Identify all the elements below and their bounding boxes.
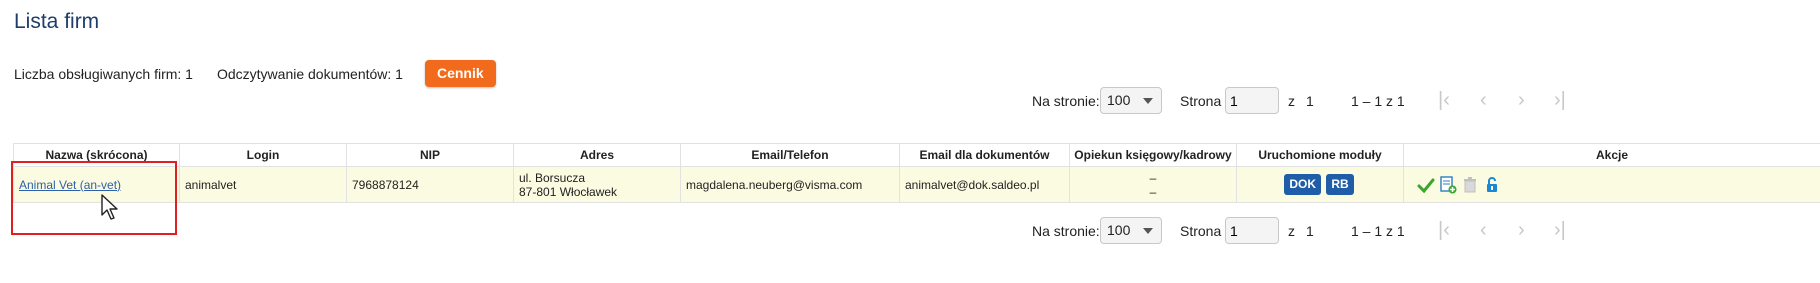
cell-login: animalvet — [179, 166, 347, 203]
first-page-icon[interactable]: |‹ — [1438, 88, 1450, 112]
page-range: 1 – 1 z 1 — [1351, 93, 1405, 109]
first-page-icon[interactable]: |‹ — [1438, 218, 1450, 242]
pager-bottom: Na stronie: 100 Strona z 1 1 – 1 z 1 |‹ … — [920, 216, 1820, 246]
col-header-nip[interactable]: NIP — [346, 143, 514, 167]
add-document-icon[interactable] — [1439, 175, 1457, 194]
module-badge-dok[interactable]: DOK — [1284, 174, 1321, 195]
cell-caretaker: – – — [1069, 166, 1237, 203]
page-input[interactable] — [1225, 217, 1279, 244]
prev-page-icon[interactable]: ‹ — [1480, 88, 1487, 112]
address-street: ul. Borsucza — [519, 170, 586, 185]
docs-reading-count: Odczytywanie dokumentów: 1 — [216, 65, 403, 82]
page-range: 1 – 1 z 1 — [1351, 223, 1405, 239]
next-page-icon[interactable]: › — [1518, 88, 1525, 112]
next-page-icon[interactable]: › — [1518, 218, 1525, 242]
address-city: 87-801 Włocławek — [519, 184, 618, 199]
of-total: 1 — [1306, 93, 1314, 109]
col-header-doc-email[interactable]: Email dla dokumentów — [899, 143, 1070, 167]
mouse-cursor-icon — [101, 194, 118, 220]
cell-modules: DOK RB — [1236, 166, 1404, 203]
col-header-login[interactable]: Login — [179, 143, 347, 167]
of-label: z — [1288, 93, 1295, 109]
col-header-actions: Akcje — [1403, 143, 1820, 167]
firm-name-link[interactable]: Animal Vet (an-vet) — [19, 178, 121, 192]
page-label: Strona — [1180, 223, 1222, 239]
check-icon[interactable] — [1417, 176, 1435, 194]
pager-top: Na stronie: 100 Strona z 1 1 – 1 z 1 |‹ … — [920, 86, 1820, 116]
of-total: 1 — [1306, 223, 1314, 239]
table-row[interactable]: Animal Vet (an-vet) animalvet 7968878124… — [13, 166, 1820, 203]
caretaker-accountant: – — [1149, 170, 1157, 185]
col-header-caretaker[interactable]: Opiekun księgowy/kadrowy — [1069, 143, 1237, 167]
col-header-email-phone[interactable]: Email/Telefon — [680, 143, 900, 167]
firms-count: Liczba obsługiwanych firm: 1 — [14, 65, 193, 82]
chevron-down-icon — [1143, 228, 1153, 234]
prev-page-icon[interactable]: ‹ — [1480, 218, 1487, 242]
per-page-select[interactable]: 100 — [1100, 217, 1162, 244]
last-page-icon[interactable]: ›| — [1554, 218, 1566, 242]
cell-address: ul. Borsucza 87-801 Włocławek — [513, 166, 681, 203]
cell-doc-email: animalvet@dok.saldeo.pl — [899, 166, 1070, 203]
col-header-name[interactable]: Nazwa (skrócona) — [13, 143, 180, 167]
firms-table: Nazwa (skrócona) Login NIP Adres Email/T… — [13, 143, 1820, 203]
of-label: z — [1288, 223, 1295, 239]
per-page-label: Na stronie: — [1032, 93, 1100, 109]
last-page-icon[interactable]: ›| — [1554, 88, 1566, 112]
cell-nip: 7968878124 — [346, 166, 514, 203]
pricing-button[interactable]: Cennik — [424, 60, 496, 87]
unlock-icon[interactable] — [1483, 176, 1501, 194]
per-page-select[interactable]: 100 — [1100, 87, 1162, 114]
page-input[interactable] — [1225, 87, 1279, 114]
col-header-modules[interactable]: Uruchomione moduły — [1236, 143, 1404, 167]
table-header-row: Nazwa (skrócona) Login NIP Adres Email/T… — [13, 143, 1820, 167]
page-title: Lista firm — [14, 10, 100, 33]
caretaker-hr: – — [1149, 184, 1157, 199]
trash-icon[interactable] — [1461, 176, 1479, 194]
page-label: Strona — [1180, 93, 1222, 109]
per-page-label: Na stronie: — [1032, 223, 1100, 239]
cell-actions — [1403, 166, 1820, 203]
chevron-down-icon — [1143, 98, 1153, 104]
info-line: Liczba obsługiwanych firm: 1 Odczytywani… — [14, 60, 496, 87]
cell-email: magdalena.neuberg@visma.com — [680, 166, 900, 203]
col-header-address[interactable]: Adres — [513, 143, 681, 167]
module-badge-rb[interactable]: RB — [1326, 174, 1354, 195]
